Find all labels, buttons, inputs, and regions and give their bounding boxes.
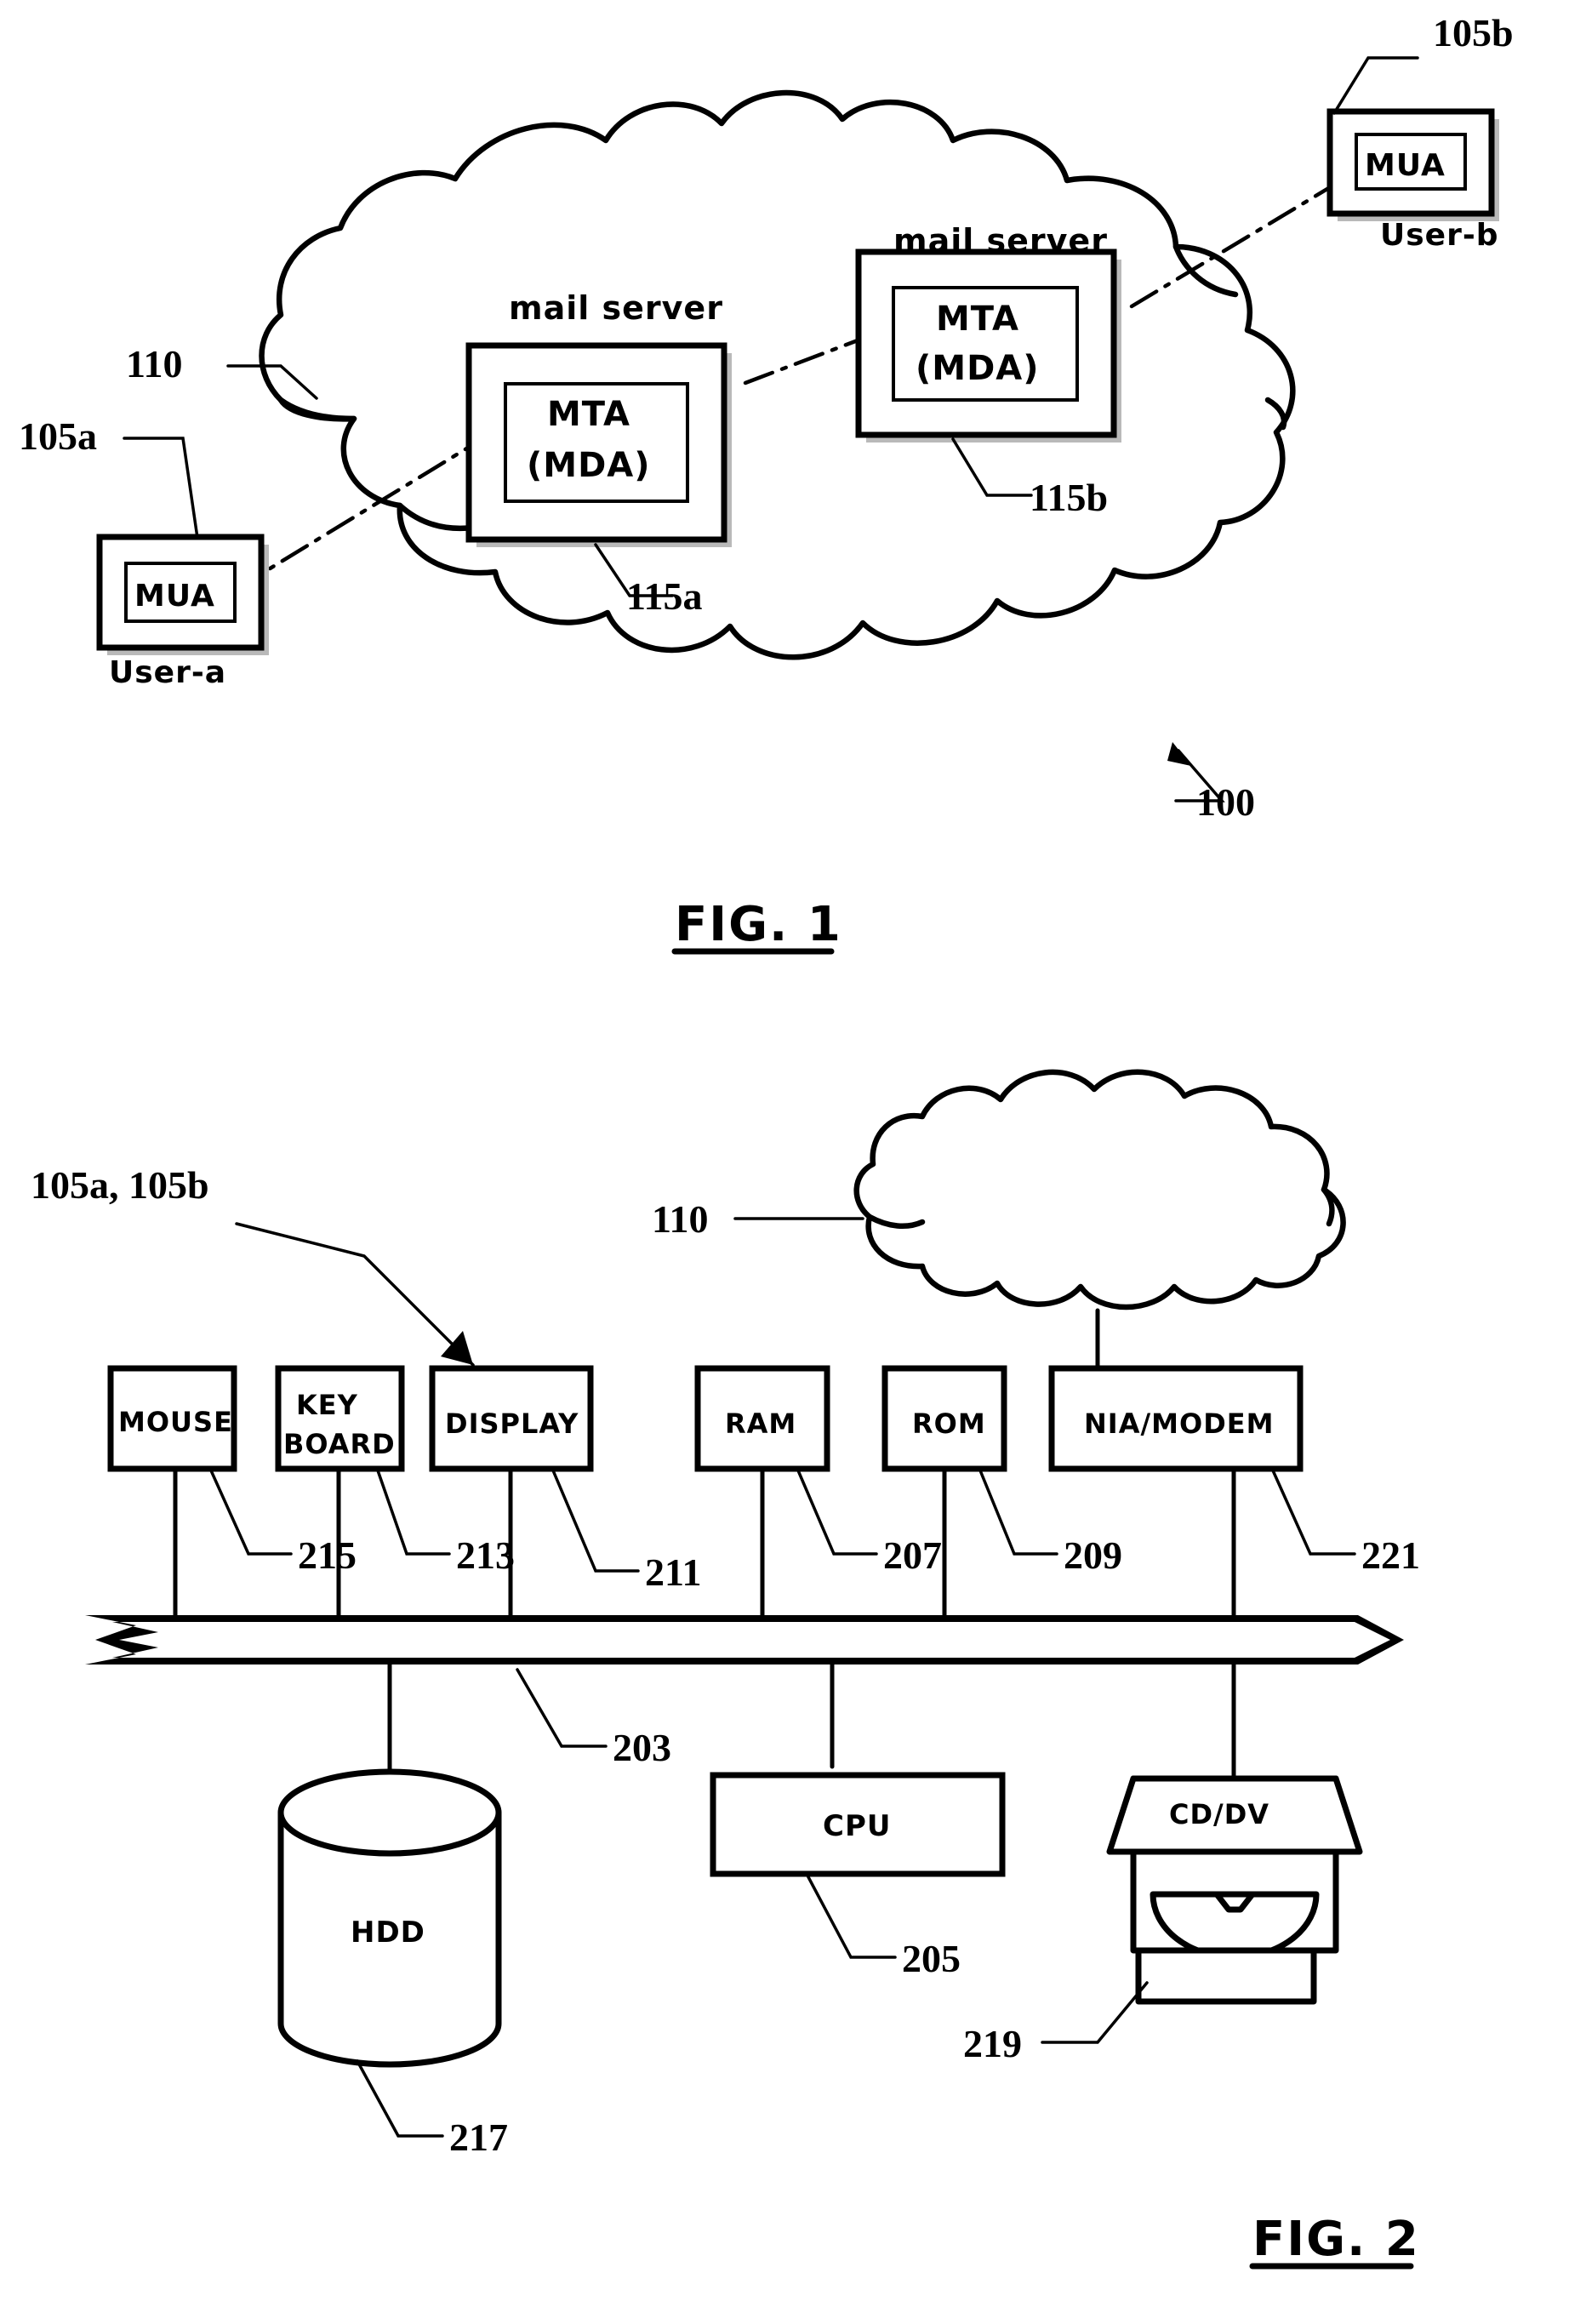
fig2-bottom-drop-lines <box>387 1662 1236 1781</box>
fig2-network-cloud <box>853 1069 1346 1310</box>
fig2-ref-221: 221 <box>1361 1533 1420 1577</box>
fig1-ref-100: 100 <box>1196 780 1255 824</box>
fig1-ref-105b: 105b <box>1433 11 1514 54</box>
fig2-leader-217 <box>356 2059 444 2138</box>
fig1-server-115b-title: mail server <box>893 222 1108 260</box>
fig2-top-leader-lines <box>209 1469 1356 1573</box>
fig1-and-fig2-artwork: mail server mail server MTA (MDA) MTA (M… <box>19 11 1514 2270</box>
fig1-server-115b-line2: (MDA) <box>916 349 1040 388</box>
fig2-label-keyboard-line1: KEY <box>296 1389 358 1421</box>
fig2-ref-207: 207 <box>883 1533 942 1577</box>
fig2-label-mouse: MOUSE <box>118 1406 233 1438</box>
fig1-ref-115b: 115b <box>1030 476 1108 519</box>
fig2-ref-211: 211 <box>645 1550 701 1594</box>
fig2-ref-213: 213 <box>456 1533 515 1577</box>
fig2-label-ram: RAM <box>725 1408 796 1440</box>
fig2-ref-110: 110 <box>652 1197 708 1241</box>
fig2-ref-203: 203 <box>613 1726 671 1769</box>
fig2-ref-205: 205 <box>902 1937 961 1980</box>
fig2-leader-219 <box>1041 1981 1149 2044</box>
fig1-ref-110: 110 <box>126 342 182 385</box>
fig1-client-105a-box-label: MUA <box>134 579 215 614</box>
fig2-ref-217: 217 <box>449 2116 508 2159</box>
fig1-server-115a-line1: MTA <box>547 395 630 434</box>
fig2-system-bus <box>85 1615 1404 1664</box>
fig2-caption-group: FIG. 2 <box>1249 2212 1420 2270</box>
fig2-label-keyboard-line2: BOARD <box>283 1428 396 1460</box>
patent-drawing-page: mail server mail server MTA (MDA) MTA (M… <box>0 0 1586 2324</box>
fig1-mail-server-115b[interactable] <box>855 248 1121 443</box>
fig2-label-rom: ROM <box>912 1408 986 1440</box>
fig2-ref-219: 219 <box>963 2022 1022 2065</box>
fig2-caption: FIG. 2 <box>1252 2212 1420 2267</box>
fig1-caption-group: FIG. 1 <box>671 897 842 955</box>
fig1-client-105b-box-label: MUA <box>1365 148 1446 183</box>
fig1-server-115b-line1: MTA <box>936 300 1019 339</box>
fig1-user-b-label: User-b <box>1380 218 1499 253</box>
fig1-user-a-label: User-a <box>109 655 226 690</box>
fig2-label-display: DISPLAY <box>445 1408 579 1440</box>
fig1-caption: FIG. 1 <box>675 897 842 952</box>
fig2-client-ref-arrow <box>235 1222 475 1367</box>
fig2-ref-clients: 105a, 105b <box>31 1163 209 1207</box>
fig2-label-nia-modem: NIA/MODEM <box>1084 1408 1274 1440</box>
fig1-ref-105a: 105a <box>19 414 97 458</box>
fig2-label-cd-dv: CD/DV <box>1169 1798 1269 1830</box>
fig2-leader-205 <box>805 1872 897 1959</box>
fig2-label-hdd: HDD <box>351 1916 425 1950</box>
fig2-leader-203 <box>516 1668 608 1748</box>
fig1-ref-115a: 115a <box>626 574 702 618</box>
fig1-server-115a-line2: (MDA) <box>527 446 651 485</box>
fig1-server-115a-title: mail server <box>509 289 723 327</box>
fig2-ref-209: 209 <box>1064 1533 1122 1577</box>
fig2-label-cpu: CPU <box>823 1809 891 1843</box>
fig2-ref-215: 215 <box>298 1533 357 1577</box>
fig1-network-cloud <box>259 89 1296 660</box>
